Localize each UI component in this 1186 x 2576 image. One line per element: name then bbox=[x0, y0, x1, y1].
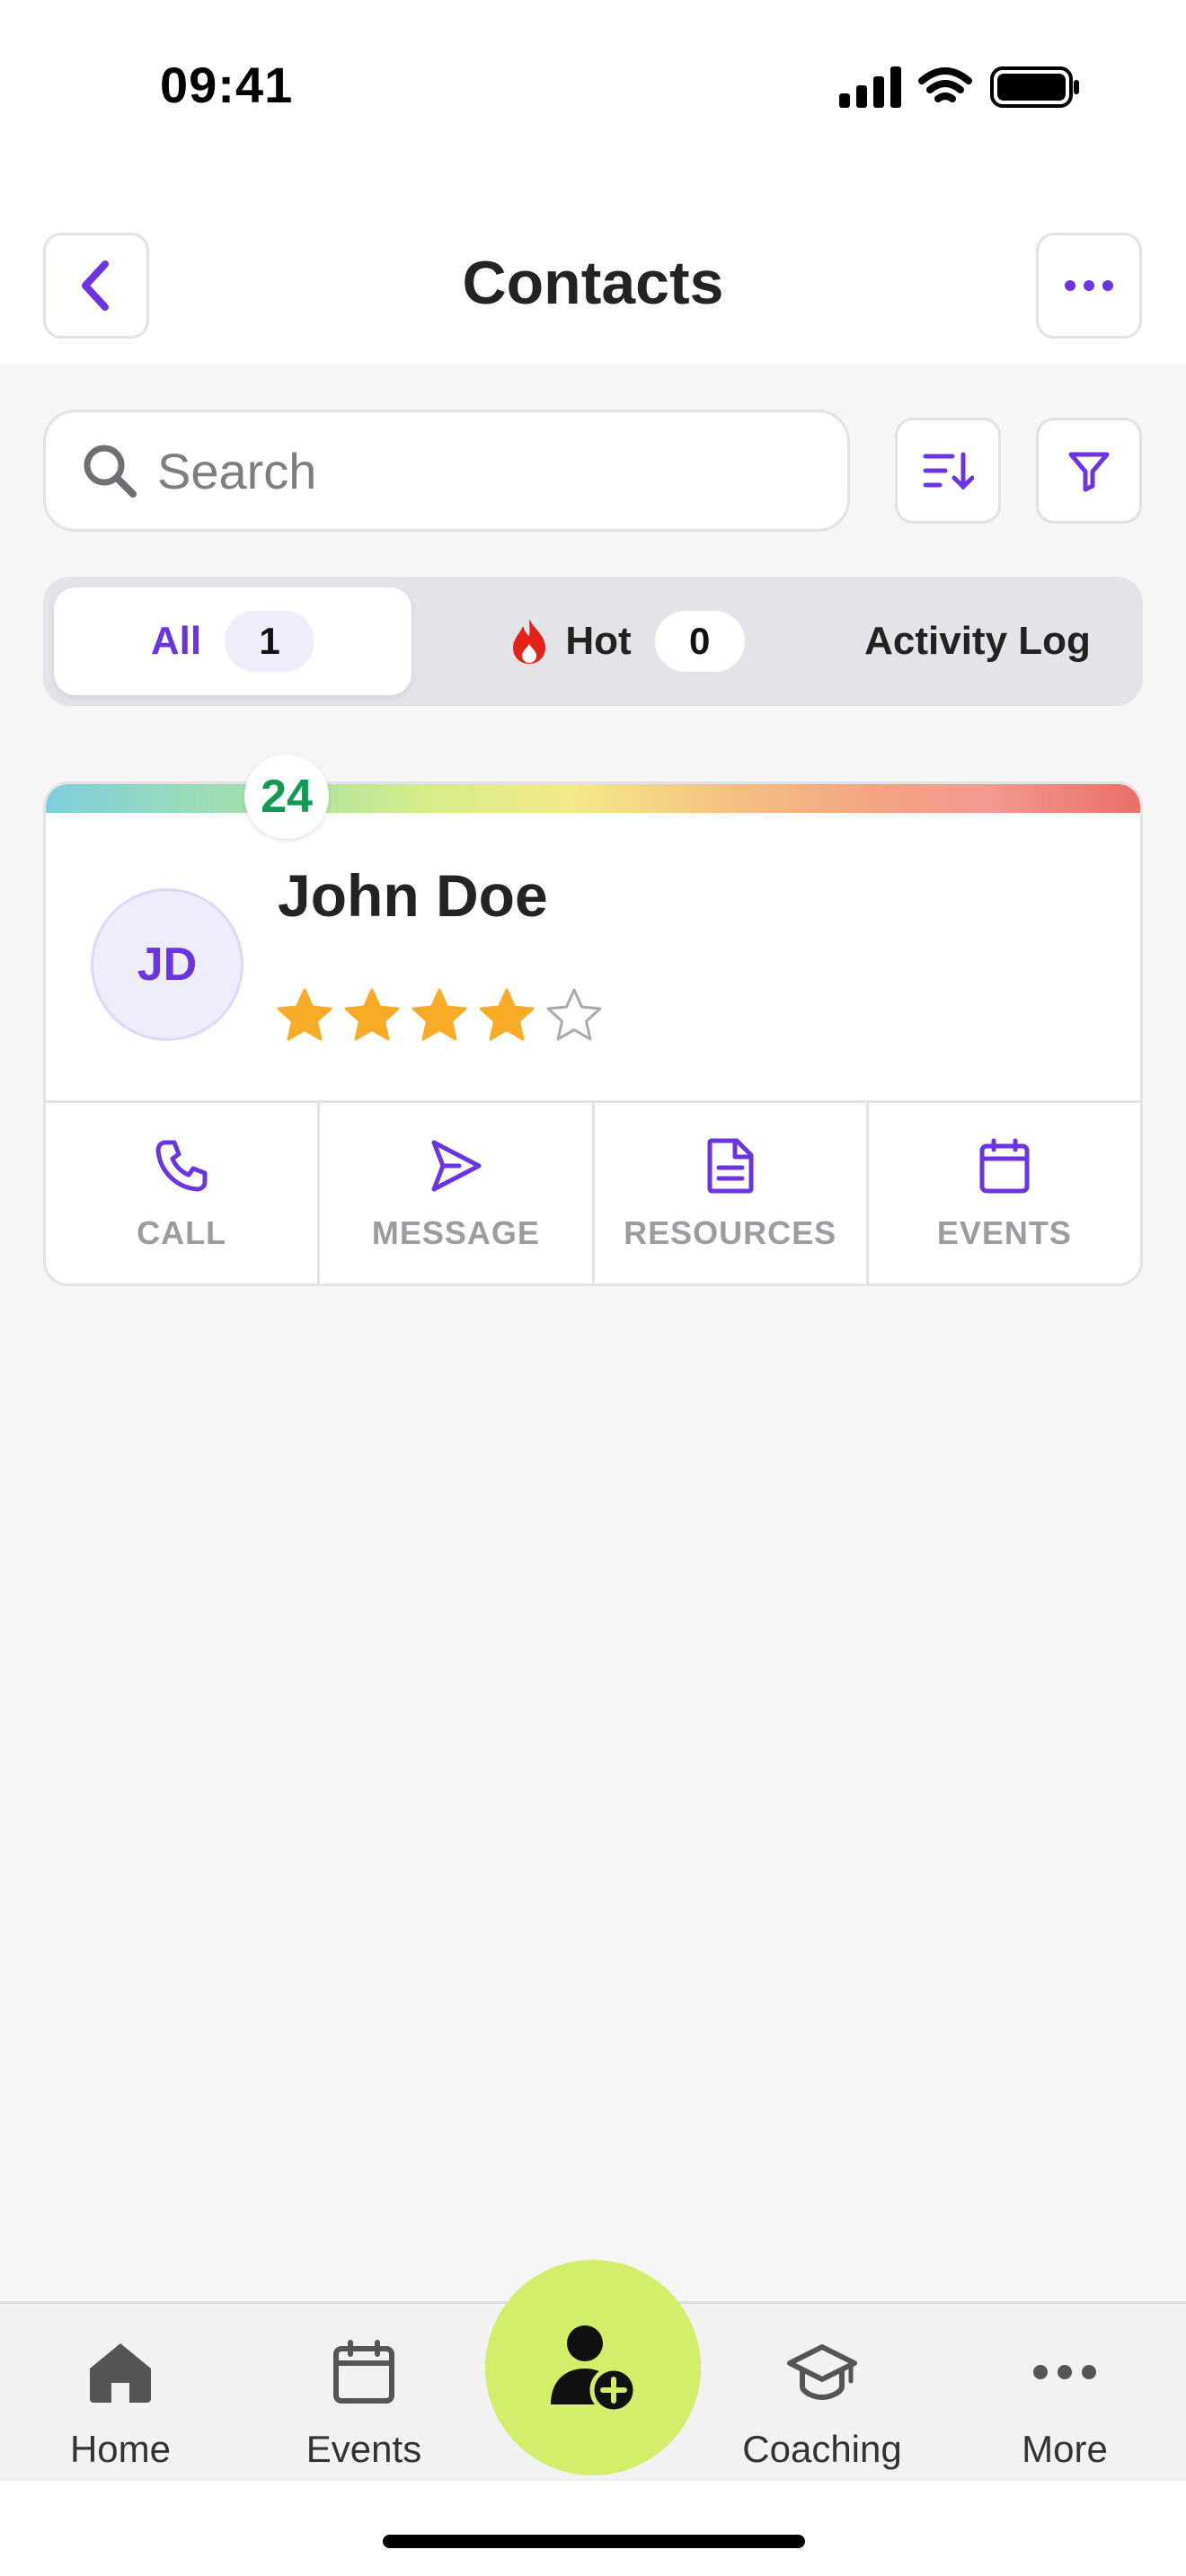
tab-hot-count: 0 bbox=[654, 611, 745, 672]
tab-activity-log-label: Activity Log bbox=[864, 619, 1091, 663]
home-icon bbox=[90, 2343, 151, 2403]
star-filled-icon[interactable] bbox=[478, 987, 535, 1045]
add-contact-button[interactable] bbox=[485, 2260, 701, 2475]
document-icon bbox=[707, 1138, 754, 1194]
score-gradient-bar bbox=[46, 784, 1140, 813]
nav-coaching-label: Coaching bbox=[742, 2428, 902, 2470]
tab-all-count: 1 bbox=[225, 611, 315, 672]
tab-activity-log[interactable]: Activity Log bbox=[816, 587, 1139, 695]
calendar-icon bbox=[979, 1138, 1030, 1194]
search-input[interactable] bbox=[157, 441, 804, 500]
status-bar: 09:41 bbox=[0, 0, 1186, 171]
filter-icon bbox=[1068, 452, 1110, 492]
flame-icon bbox=[513, 619, 546, 664]
sort-button[interactable] bbox=[895, 418, 1001, 524]
star-filled-icon[interactable] bbox=[411, 987, 468, 1045]
star-rating[interactable] bbox=[276, 987, 613, 1045]
home-indicator bbox=[383, 2535, 805, 2548]
events-label: EVENTS bbox=[936, 1214, 1072, 1251]
message-label: MESSAGE bbox=[371, 1214, 540, 1251]
more-dots-icon bbox=[1065, 280, 1113, 291]
phone-icon bbox=[155, 1140, 208, 1192]
star-filled-icon[interactable] bbox=[343, 987, 401, 1045]
send-icon bbox=[431, 1140, 482, 1192]
more-options-button[interactable] bbox=[1036, 233, 1142, 339]
tab-all[interactable]: All 1 bbox=[54, 587, 412, 695]
star-empty-icon[interactable] bbox=[545, 987, 603, 1045]
signal-icon bbox=[839, 66, 901, 108]
tab-all-label: All bbox=[150, 619, 202, 663]
search-icon bbox=[84, 445, 137, 498]
header: Contacts bbox=[0, 171, 1186, 365]
message-button[interactable]: MESSAGE bbox=[320, 1103, 595, 1284]
contact-score-badge: 24 bbox=[244, 754, 329, 839]
page-title: Contacts bbox=[462, 249, 724, 317]
avatar: JD bbox=[91, 888, 243, 1041]
calendar-icon bbox=[333, 2340, 394, 2404]
contact-actions: CALL MESSAGE RESOURCES EVENTS bbox=[46, 1100, 1140, 1284]
tab-hot-label: Hot bbox=[565, 619, 632, 663]
graduation-cap-icon bbox=[787, 2344, 857, 2400]
call-button[interactable]: CALL bbox=[46, 1103, 321, 1284]
events-button[interactable]: EVENTS bbox=[869, 1103, 1140, 1284]
battery-icon bbox=[990, 66, 1079, 108]
home-indicator-area bbox=[0, 2481, 1186, 2576]
contact-name: John Doe bbox=[278, 862, 548, 929]
resources-label: RESOURCES bbox=[624, 1214, 837, 1251]
status-icons bbox=[839, 65, 1082, 111]
contact-card[interactable]: JD John Doe CALL MESSAGE RESOURCES EVENT… bbox=[43, 781, 1143, 1286]
more-dots-icon bbox=[1033, 2365, 1096, 2379]
segment-tabs: All 1 Hot 0 Activity Log bbox=[43, 577, 1143, 706]
search-box bbox=[43, 410, 850, 532]
nav-more[interactable]: More bbox=[975, 2340, 1155, 2471]
nav-events[interactable]: Events bbox=[274, 2340, 454, 2471]
nav-coaching[interactable]: Coaching bbox=[732, 2340, 912, 2471]
nav-more-label: More bbox=[1022, 2428, 1108, 2470]
add-user-icon bbox=[551, 2325, 638, 2414]
wifi-icon bbox=[918, 67, 972, 102]
resources-button[interactable]: RESOURCES bbox=[595, 1103, 869, 1284]
tab-hot[interactable]: Hot 0 bbox=[465, 587, 789, 695]
status-time: 09:41 bbox=[160, 57, 294, 113]
star-filled-icon[interactable] bbox=[276, 987, 333, 1045]
filter-button[interactable] bbox=[1036, 418, 1142, 524]
nav-events-label: Events bbox=[305, 2428, 422, 2470]
nav-home[interactable]: Home bbox=[31, 2340, 210, 2471]
call-label: CALL bbox=[137, 1214, 227, 1251]
sort-descending-icon bbox=[923, 452, 974, 490]
nav-home-label: Home bbox=[69, 2428, 172, 2470]
